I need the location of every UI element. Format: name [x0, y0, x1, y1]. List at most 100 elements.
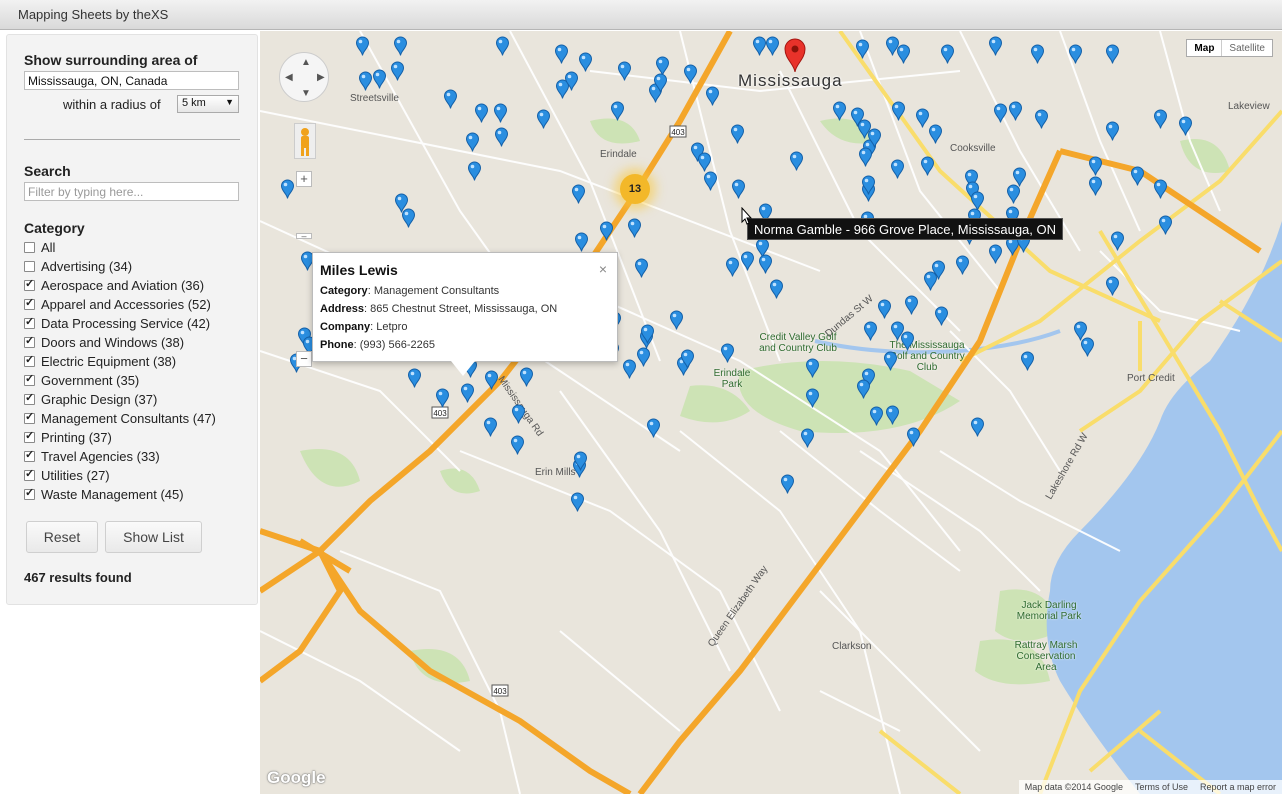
map-marker-icon[interactable] — [1105, 121, 1120, 141]
category-checkbox[interactable] — [24, 353, 35, 367]
terms-link[interactable]: Terms of Use — [1129, 780, 1194, 794]
map-marker-icon[interactable] — [610, 101, 625, 121]
map-marker-icon[interactable] — [891, 101, 906, 121]
map-marker-icon[interactable] — [869, 406, 884, 426]
map-marker-icon[interactable] — [571, 184, 586, 204]
map-marker-icon[interactable] — [877, 299, 892, 319]
map-marker-icon[interactable] — [988, 36, 1003, 56]
map-marker-icon[interactable] — [372, 69, 387, 89]
map-marker-icon[interactable] — [993, 103, 1008, 123]
map-marker-icon[interactable] — [390, 61, 405, 81]
map-marker-icon[interactable] — [599, 221, 614, 241]
map-marker-icon[interactable] — [703, 171, 718, 191]
category-checkbox[interactable] — [24, 410, 35, 424]
category-item[interactable]: Printing (37) — [24, 428, 216, 447]
category-checkbox[interactable] — [24, 467, 35, 481]
map-marker-icon[interactable] — [355, 36, 370, 56]
category-checkbox[interactable] — [24, 391, 35, 405]
location-marker-icon[interactable] — [783, 37, 807, 73]
map-marker-icon[interactable] — [564, 71, 579, 91]
map-marker-icon[interactable] — [646, 418, 661, 438]
map-marker-icon[interactable] — [680, 349, 695, 369]
map-marker-icon[interactable] — [669, 310, 684, 330]
map-marker-icon[interactable] — [483, 417, 498, 437]
map-marker-icon[interactable] — [443, 89, 458, 109]
map-marker-icon[interactable] — [574, 232, 589, 252]
map-marker-icon[interactable] — [970, 417, 985, 437]
category-checkbox[interactable] — [24, 429, 35, 443]
map-marker-icon[interactable] — [867, 128, 882, 148]
map-marker-icon[interactable] — [493, 103, 508, 123]
map-marker-icon[interactable] — [740, 251, 755, 271]
map-marker-icon[interactable] — [988, 244, 1003, 264]
map-marker-icon[interactable] — [705, 86, 720, 106]
category-item[interactable]: Graphic Design (37) — [24, 390, 216, 409]
location-input[interactable] — [24, 71, 239, 90]
map-marker-icon[interactable] — [407, 368, 422, 388]
map-marker-icon[interactable] — [1153, 109, 1168, 129]
map-marker-icon[interactable] — [1088, 176, 1103, 196]
map-marker-icon[interactable] — [1080, 337, 1095, 357]
pan-left-icon[interactable]: ◀ — [285, 72, 293, 83]
category-item[interactable]: Utilities (27) — [24, 466, 216, 485]
map-marker-icon[interactable] — [519, 367, 534, 387]
map-marker-icon[interactable] — [904, 295, 919, 315]
map-marker-icon[interactable] — [800, 428, 815, 448]
close-icon[interactable]: × — [599, 261, 607, 277]
category-checkbox[interactable] — [24, 296, 35, 310]
category-item[interactable]: Apparel and Accessories (52) — [24, 295, 216, 314]
category-item[interactable]: Doors and Windows (38) — [24, 333, 216, 352]
map-marker-icon[interactable] — [1178, 116, 1193, 136]
map-marker-icon[interactable] — [494, 127, 509, 147]
map-marker-icon[interactable] — [636, 347, 651, 367]
map-marker-icon[interactable] — [850, 107, 865, 127]
map-marker-icon[interactable] — [634, 258, 649, 278]
map-marker-icon[interactable] — [858, 147, 873, 167]
map-marker-icon[interactable] — [955, 255, 970, 275]
category-item[interactable]: Waste Management (45) — [24, 485, 216, 504]
map-marker-icon[interactable] — [511, 404, 526, 424]
map-marker-icon[interactable] — [474, 103, 489, 123]
pan-up-icon[interactable]: ▲ — [301, 57, 311, 68]
category-item[interactable]: Electric Equipment (38) — [24, 352, 216, 371]
map-marker-icon[interactable] — [789, 151, 804, 171]
category-item[interactable]: Aerospace and Aviation (36) — [24, 276, 216, 295]
map-marker-icon[interactable] — [931, 260, 946, 280]
zoom-in-button[interactable]: + — [296, 171, 312, 187]
map-marker-icon[interactable] — [1105, 44, 1120, 64]
report-error-link[interactable]: Report a map error — [1194, 780, 1282, 794]
category-item[interactable]: Advertising (34) — [24, 257, 216, 276]
map-type-map-button[interactable]: Map — [1187, 40, 1223, 56]
category-checkbox[interactable] — [24, 261, 35, 272]
map-marker-icon[interactable] — [900, 331, 915, 351]
category-item[interactable]: All — [24, 238, 216, 257]
map-marker-icon[interactable] — [832, 101, 847, 121]
map-marker-icon[interactable] — [885, 405, 900, 425]
map-marker-icon[interactable] — [578, 52, 593, 72]
map-marker-icon[interactable] — [1153, 179, 1168, 199]
map-marker-icon[interactable] — [856, 379, 871, 399]
pan-control[interactable]: ▲ ▼ ◀ ▶ — [279, 52, 329, 102]
map-marker-icon[interactable] — [570, 492, 585, 512]
map-marker-icon[interactable] — [536, 109, 551, 129]
category-checkbox[interactable] — [24, 372, 35, 386]
map-marker-icon[interactable] — [1006, 184, 1021, 204]
category-checkbox[interactable] — [24, 448, 35, 462]
map-marker-icon[interactable] — [720, 343, 735, 363]
map-marker-icon[interactable] — [393, 36, 408, 56]
category-checkbox[interactable] — [24, 486, 35, 500]
map-marker-icon[interactable] — [1105, 276, 1120, 296]
map-marker-icon[interactable] — [934, 306, 949, 326]
pan-right-icon[interactable]: ▶ — [317, 72, 325, 83]
map-canvas[interactable]: 403 403 403 Mississauga Credit Valley Go… — [260, 31, 1282, 794]
category-item[interactable]: Travel Agencies (33) — [24, 447, 216, 466]
map-marker-icon[interactable] — [697, 152, 712, 172]
map-marker-icon[interactable] — [1020, 351, 1035, 371]
map-marker-icon[interactable] — [725, 257, 740, 277]
map-marker-icon[interactable] — [460, 383, 475, 403]
map-marker-icon[interactable] — [465, 132, 480, 152]
category-item[interactable]: Management Consultants (47) — [24, 409, 216, 428]
category-item[interactable]: Data Processing Service (42) — [24, 314, 216, 333]
map-marker-icon[interactable] — [928, 124, 943, 144]
map-marker-icon[interactable] — [627, 218, 642, 238]
